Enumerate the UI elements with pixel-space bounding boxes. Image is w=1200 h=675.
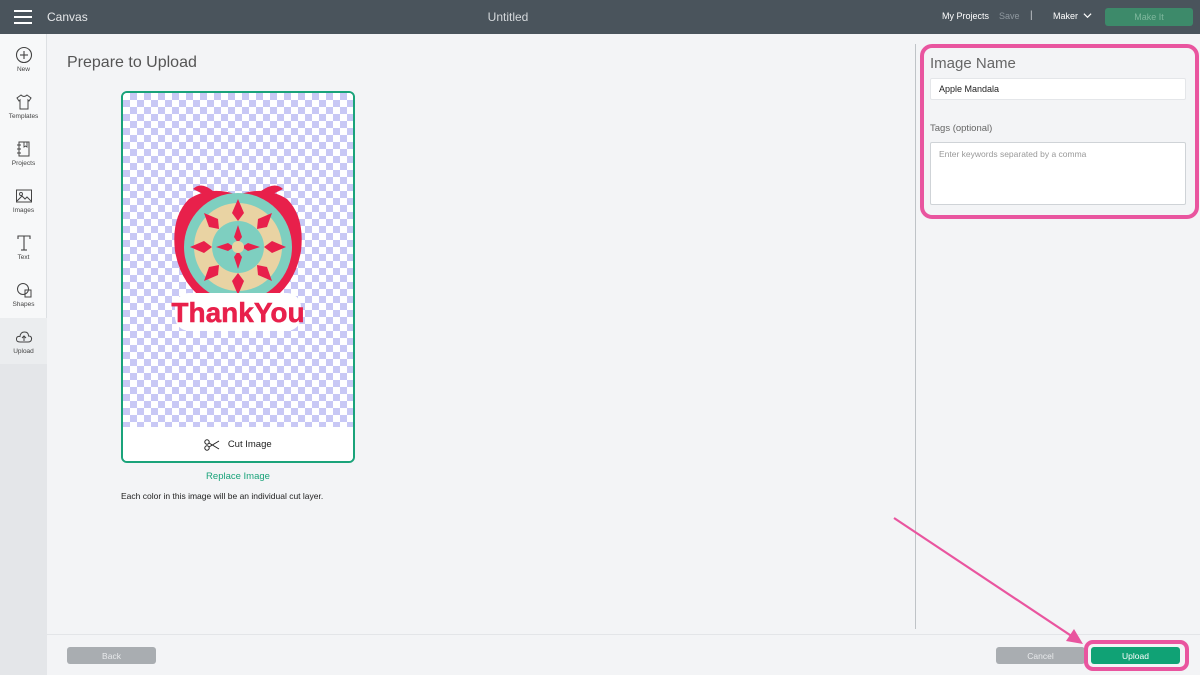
sidebar-item-label: Shapes [12,301,35,308]
left-sidebar: New Templates Projects Images Text Shape… [0,34,47,675]
sidebar-item-text[interactable]: Text [0,224,47,270]
cut-image-option[interactable]: Cut Image [123,427,353,461]
sidebar-item-label: Images [12,207,35,214]
shapes-icon [16,283,31,298]
notebook-icon [16,141,29,157]
separator: | [1030,10,1033,21]
save-button[interactable]: Save [999,11,1020,21]
top-bar: Canvas Untitled My Projects Save | Maker… [0,0,1200,34]
document-title: Untitled [487,10,529,24]
annotation-arrow-icon [893,517,1083,644]
text-t-icon [16,235,31,251]
tshirt-icon [15,94,32,110]
back-button[interactable]: Back [67,647,156,664]
sidebar-item-label: Templates [8,113,39,120]
sidebar-item-projects[interactable]: Projects [0,130,47,176]
make-it-button[interactable]: Make It [1105,8,1193,26]
sidebar-item-upload[interactable]: Upload [0,318,47,364]
machine-select[interactable]: Maker [1053,11,1078,21]
replace-image-link[interactable]: Replace Image [121,471,355,482]
artwork-text: ThankYou [171,297,304,328]
sidebar-background [0,362,47,675]
cut-image-label: Cut Image [227,439,272,450]
image-name-highlight-annotation [920,44,1199,219]
scissors-icon [204,439,220,451]
page-title: Prepare to Upload [67,54,197,71]
sidebar-item-label: Text [17,254,30,261]
cut-layer-note: Each color in this image will be an indi… [121,491,324,501]
plus-circle-icon [15,46,32,64]
my-projects-link[interactable]: My Projects [942,11,989,21]
image-preview-card: ThankYou Cut Image [121,91,355,463]
image-icon [15,189,32,203]
sidebar-item-label: New [16,66,30,73]
sidebar-item-images[interactable]: Images [0,177,47,223]
apple-mandala-artwork: ThankYou [171,185,305,331]
sidebar-item-label: Upload [13,348,34,355]
sidebar-item-new[interactable]: New [0,36,47,82]
upload-highlight-annotation [1084,640,1189,671]
sidebar-item-templates[interactable]: Templates [0,83,47,129]
chevron-down-icon[interactable] [1083,11,1092,20]
cloud-upload-icon [15,331,32,343]
sidebar-item-label: Projects [11,160,36,167]
sidebar-item-shapes[interactable]: Shapes [0,271,47,317]
